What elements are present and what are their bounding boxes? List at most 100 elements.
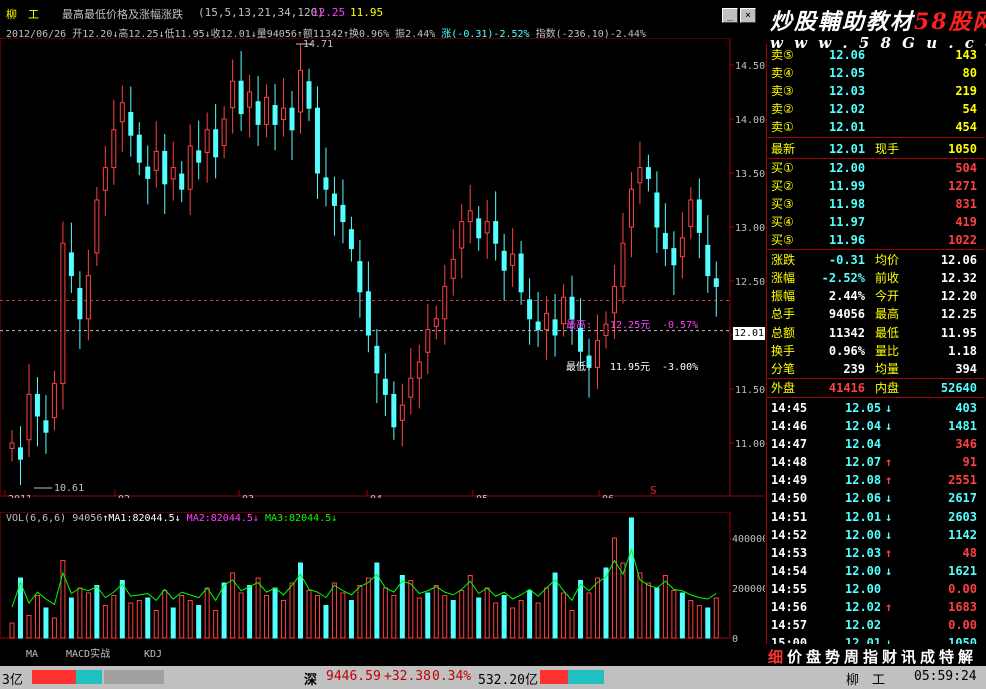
stat-label: 最低 (875, 325, 900, 340)
tick-volume: 2603 (948, 509, 977, 524)
stat-label: 均量 (875, 361, 900, 376)
tick-volume: 48 (962, 545, 977, 560)
candle-body (196, 150, 202, 163)
min-note-value: 11.95元 (610, 362, 650, 373)
candlestick-chart[interactable]: 14.5014.0013.5013.0012.5012.0011.5011.00… (0, 38, 765, 498)
candle-body (145, 166, 151, 179)
panel-tab[interactable]: 成 (920, 646, 935, 667)
stat-value: 12.25 (940, 307, 977, 322)
candle-body (688, 199, 694, 227)
status-market: 深 (304, 673, 318, 688)
indicator-value-1: 12.25 (312, 6, 346, 19)
tick-row: 14:55 12.00 0.00 (767, 580, 985, 598)
candle-body (442, 285, 448, 320)
buy-row: 买③ 11.98 831 (767, 195, 985, 213)
candle-body (187, 145, 193, 190)
buy-label: 买② (771, 178, 794, 193)
candle-body (323, 177, 329, 190)
tick-time: 14:45 (771, 400, 808, 415)
candle-body (527, 299, 533, 320)
volume-bar (586, 592, 592, 639)
stat-row: 总手 94056 最高 12.25 (767, 305, 985, 323)
stat-value: 394 (955, 361, 977, 376)
volume-bar (365, 577, 371, 639)
inner-label: 内盘 (875, 380, 900, 395)
indicator-params: (15,5,13,21,34,120) (198, 6, 324, 19)
stat-value: -0.31 (828, 253, 865, 268)
panel-tab[interactable]: 解 (958, 646, 973, 667)
tab-kdj[interactable]: KDJ (140, 648, 166, 661)
volume-bar (637, 572, 643, 639)
tick-row: 14:51 12.01 ↓ 2603 (767, 508, 985, 526)
quote-panel: 卖⑤ 12.06 143 卖④ 12.05 80 卖③ 12.03 219 卖② 12.02 54 卖①… (766, 44, 986, 650)
current-price-tag: 12.01 (733, 327, 765, 340)
max-note-pct: -0.57% (662, 320, 698, 331)
candle-body (179, 173, 185, 190)
tick-price: 12.02 (845, 600, 882, 614)
volume-bar (696, 605, 702, 639)
candle-body (26, 393, 32, 441)
volume-bar (688, 600, 694, 639)
buy-row: 买④ 11.97 419 (767, 213, 985, 231)
panel-tab[interactable]: 讯 (901, 646, 916, 667)
tick-volume: 2551 (948, 473, 977, 488)
tab-ma[interactable]: MA (22, 648, 42, 661)
minimize-icon[interactable]: _ (722, 8, 738, 23)
buy-price: 11.98 (829, 196, 866, 211)
candle-body (713, 278, 719, 287)
volume-bar (467, 575, 473, 639)
date-axis-label: 04 (370, 494, 382, 498)
stat-row: 振幅 2.44% 今开 12.20 (767, 287, 985, 305)
volume-bar (196, 605, 202, 639)
stat-value: 0.96% (828, 343, 865, 358)
tick-time: 14:55 (771, 581, 808, 596)
stat-row: 换手 0.96% 量比 1.18 (767, 342, 985, 360)
candle-body (501, 250, 507, 271)
volume-bar (348, 600, 354, 639)
volume-bar (51, 617, 57, 639)
volume-bar (450, 600, 456, 639)
status-pct: 0.34% (432, 669, 472, 684)
candle-body (289, 107, 295, 131)
panel-tab[interactable]: 盘 (806, 646, 821, 667)
volume-bar (136, 600, 142, 639)
vol-name: VOL(6,6,6) (6, 513, 67, 524)
tab-macd[interactable]: MACD实战 (62, 648, 114, 661)
panel-tab[interactable]: 指 (863, 646, 878, 667)
panel-tab[interactable]: 财 (882, 646, 897, 667)
candle-body (230, 80, 236, 109)
close-icon[interactable]: × (740, 8, 756, 23)
volume-bar (493, 602, 499, 639)
candle-body (119, 102, 125, 123)
stat-value: 12.20 (940, 289, 977, 304)
panel-tab[interactable]: 特 (939, 646, 954, 667)
tick-direction-icon: ↓ (885, 527, 893, 542)
candle-body (213, 129, 219, 158)
sell-label: 卖② (771, 102, 794, 117)
tick-price: 12.05 (845, 400, 882, 415)
volume-bar (416, 597, 422, 639)
panel-tab[interactable]: 周 (844, 646, 859, 667)
panel-tab[interactable]: 细 (768, 646, 783, 667)
stat-value: 94056 (828, 307, 865, 322)
volume-bar (111, 595, 117, 639)
volume-bar (179, 595, 185, 639)
candle-body (459, 221, 465, 249)
candle-body (17, 447, 23, 460)
volume-bar (459, 590, 465, 639)
tick-price: 12.04 (845, 419, 882, 433)
volume-axis-label: 400000 (732, 534, 765, 545)
volume-bar (187, 600, 193, 639)
stat-value: 12.32 (940, 271, 977, 286)
tick-time: 14:49 (771, 473, 808, 488)
panel-tab[interactable]: 势 (825, 646, 840, 667)
tick-row: 14:52 12.00 ↓ 1142 (767, 526, 985, 544)
candle-body (654, 192, 660, 228)
status-index: 9446.59 (326, 669, 381, 684)
tick-volume: 1683 (948, 600, 977, 614)
volume-chart[interactable]: 400000 200000 0 (0, 512, 765, 644)
candle-body (544, 312, 550, 331)
panel-tab[interactable]: 价 (787, 646, 802, 667)
status-time: 05:59:24 (914, 669, 977, 684)
candle-body (476, 218, 482, 239)
